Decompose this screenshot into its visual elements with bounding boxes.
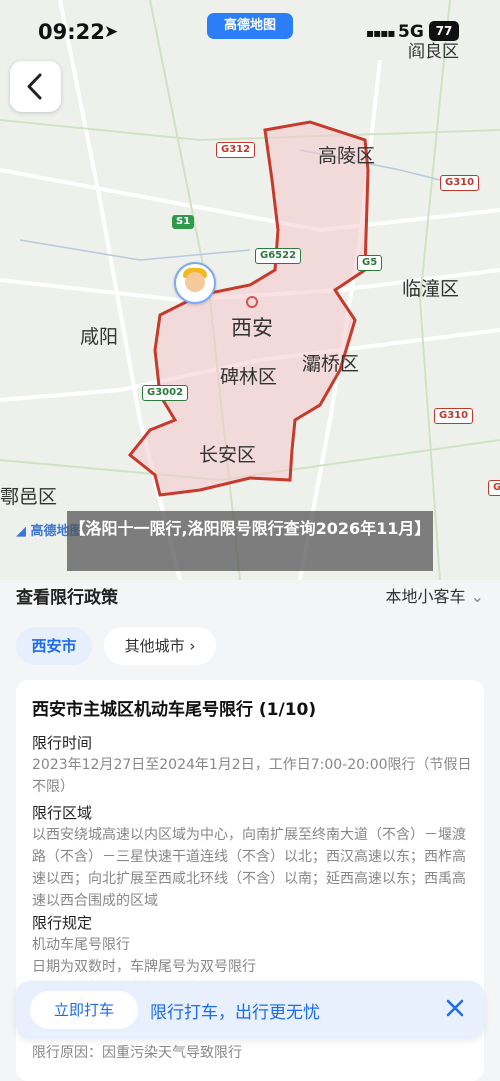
map-view[interactable]: G312 G310 S1 G6522 G5 G3002 G310 G310 高陵… <box>0 0 500 580</box>
district-lintong: 临潼区 <box>402 278 460 300</box>
district-gaoling: 高陵区 <box>318 145 376 167</box>
amap-logo-icon: ◢ <box>16 524 26 539</box>
road-marker: G5 <box>357 255 383 271</box>
city-chip-xian[interactable]: 西安市 <box>16 627 92 665</box>
call-taxi-button[interactable]: 立即打车 <box>30 991 138 1029</box>
network-type: 5G <box>398 22 424 42</box>
area-label: 限行区域 <box>32 804 93 822</box>
district-changan: 长安区 <box>199 444 257 466</box>
status-bar: 09:22 ➤ 高德地图 ▪▪▪▪ 5G 77 <box>0 0 500 60</box>
taxi-promo-bar: 立即打车 限行打车，出行更无忧 <box>16 981 484 1039</box>
rule-label: 限行规定 <box>32 914 93 932</box>
location-arrow-icon: ➤ <box>104 22 119 42</box>
road-marker: G3002 <box>142 385 189 401</box>
road-marker: G6522 <box>255 248 302 264</box>
status-time: 09:22 <box>38 20 105 44</box>
taxi-promo-text: 限行打车，出行更无忧 <box>150 1003 320 1023</box>
back-button[interactable] <box>10 61 61 112</box>
app-badge[interactable]: 高德地图 <box>207 13 293 39</box>
signal-icon: ▪▪▪▪ <box>366 26 396 40</box>
other-cities-chip[interactable]: 其他城市 › <box>104 627 216 665</box>
chevron-right-icon: › <box>189 637 196 655</box>
road-marker: S1 <box>172 215 195 229</box>
close-icon[interactable] <box>440 993 470 1023</box>
panel-title: 查看限行政策 <box>16 588 118 608</box>
district-beilin: 碑林区 <box>220 366 278 388</box>
panel-header: 查看限行政策 本地小客车 ⌄ <box>0 573 500 613</box>
time-text: 2023年12月27日至2024年1月2日，工作日7:00-20:00限行（节假… <box>32 757 472 795</box>
policy-title: 西安市主城区机动车尾号限行 (1/10) <box>32 700 317 720</box>
article-caption: 【洛阳十一限行,洛阳限号限行查询2026年11月】 <box>67 511 433 571</box>
district-baqiao: 灞桥区 <box>302 353 360 375</box>
road-marker: G310 <box>440 175 480 191</box>
time-label: 限行时间 <box>32 734 93 752</box>
vehicle-type-selector[interactable]: 本地小客车 ⌄ <box>385 583 484 607</box>
chevron-left-icon <box>27 73 42 100</box>
district-xianyang: 咸阳 <box>80 326 119 348</box>
area-text: 以西安绕城高速以内区域为中心，向南扩展至终南大道（不含）－堰渡路（不含）－三星快… <box>32 827 466 909</box>
battery-icon: 77 <box>429 21 459 41</box>
reason-text: 限行原因：因重污染天气导致限行 <box>32 1045 242 1061</box>
road-marker: G310 <box>488 480 500 496</box>
road-marker: G310 <box>434 408 474 424</box>
chevron-down-icon: ⌄ <box>470 587 484 606</box>
user-location-avatar-icon[interactable] <box>174 262 216 304</box>
district-huyi: 鄠邑区 <box>0 486 58 508</box>
road-marker: G312 <box>216 142 256 158</box>
district-xian: 西安 <box>231 316 273 340</box>
